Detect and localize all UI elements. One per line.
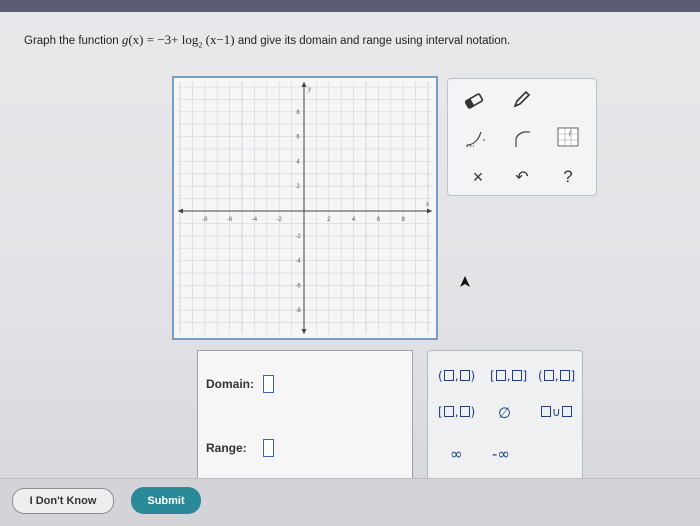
x-axis-label: x (425, 200, 430, 208)
x-tick-label: -2 (277, 217, 283, 223)
y-axis-arrow-up (301, 82, 307, 87)
y-tick-label: -2 (295, 234, 301, 240)
infinity-button[interactable]: ∞ (450, 445, 463, 463)
eraser-icon[interactable] (460, 89, 488, 113)
union-symbol: ∪ (552, 405, 561, 419)
x-tick-label: -6 (227, 217, 233, 223)
question-suffix: and give its domain and range using inte… (237, 35, 511, 47)
y-tick-label: 8 (296, 110, 300, 116)
placeholder-box (495, 370, 506, 381)
closed-open-interval-button[interactable]: [,) (438, 405, 475, 419)
comma: , (454, 369, 459, 383)
placeholder-box (443, 370, 454, 381)
open-open-interval-button[interactable]: (,) (438, 369, 475, 383)
open-closed-interval-button[interactable]: (,] (538, 369, 575, 383)
coordinate-grid[interactable]: x y -8 -6 -4 -2 2 4 6 8 8 6 4 2 -2 -4 -6 -8 (174, 78, 436, 338)
domain-label: Domain: (206, 377, 254, 391)
range-input[interactable] (263, 439, 274, 457)
comma: , (554, 369, 559, 383)
x-tick-label: -4 (252, 217, 258, 223)
placeholder-box (561, 406, 572, 417)
union-button[interactable]: ∪ (540, 405, 573, 419)
open-paren: ( (538, 369, 543, 383)
mouse-cursor-icon (460, 276, 470, 287)
close-paren: ) (470, 369, 476, 383)
close-bracket: ] (570, 369, 576, 383)
log-text: log (181, 32, 199, 47)
grid-lines (178, 82, 432, 334)
y-tick-label: 4 (296, 159, 300, 165)
x-axis-arrow-left (178, 208, 183, 214)
question-text: Graph the function g(x) = −3+ log2 (x−1)… (24, 32, 510, 50)
placeholder-box (459, 406, 470, 417)
graph-tool-panel: f × ↶ ? (447, 78, 597, 196)
close-bracket: ] (522, 369, 528, 383)
open-bracket: [ (438, 405, 443, 419)
close-paren: ) (470, 405, 476, 419)
top-bar (0, 0, 700, 12)
graph-canvas[interactable]: x y -8 -6 -4 -2 2 4 6 8 8 6 4 2 -2 -4 -6 -8 (172, 76, 438, 340)
y-tick-label: 2 (296, 184, 300, 190)
help-button[interactable]: ? (554, 165, 582, 189)
function-constant: −3+ (157, 32, 179, 47)
logarithm-curve-tool-icon[interactable] (462, 127, 490, 151)
placeholder-box (541, 406, 551, 417)
range-label: Range: (206, 441, 247, 455)
function-argument: (x) (128, 32, 144, 47)
x-tick-label: 2 (327, 217, 331, 223)
clear-button[interactable]: × (464, 165, 492, 189)
domain-input[interactable] (263, 375, 274, 393)
x-tick-label: 4 (352, 217, 356, 223)
function-expression: g(x) = −3+ log2 (x−1) (122, 32, 238, 50)
y-tick-label: -6 (295, 283, 301, 289)
comma: , (454, 405, 459, 419)
closed-closed-interval-button[interactable]: [,] (490, 369, 527, 383)
placeholder-box (543, 370, 554, 381)
dont-know-button[interactable]: I Don't Know (12, 488, 114, 514)
placeholder-box (559, 370, 570, 381)
answer-box: Domain: Range: (197, 350, 413, 485)
placeholder-box (459, 370, 470, 381)
placeholder-box (511, 370, 522, 381)
x-tick-label: -8 (202, 217, 208, 223)
interval-notation-palette: (,) [,] (,] [,) ∅ ∪ ∞ -∞ (427, 350, 583, 485)
y-axis-arrow-down (301, 329, 307, 334)
log-base: 2 (198, 40, 203, 50)
y-tick-label: 6 (296, 135, 300, 141)
x-axis-arrow-right (427, 208, 432, 214)
equals-sign: = (146, 32, 155, 47)
undo-button[interactable]: ↶ (508, 165, 536, 189)
question-prefix: Graph the function (24, 35, 119, 47)
y-tick-label: -4 (295, 259, 301, 265)
grid-fx-tool-icon[interactable]: f (554, 125, 582, 149)
placeholder-box (443, 406, 454, 417)
y-tick-label: -8 (295, 308, 301, 314)
open-paren: ( (438, 369, 443, 383)
open-bracket: [ (490, 369, 495, 383)
negative-infinity-button[interactable]: -∞ (492, 445, 510, 463)
submit-button[interactable]: Submit (131, 487, 201, 514)
x-tick-label: 8 (402, 217, 406, 223)
y-axis-label: y (307, 85, 312, 93)
pencil-icon[interactable] (508, 87, 536, 111)
asymptote-tool-icon[interactable] (508, 127, 536, 151)
log-argument: (x−1) (205, 32, 235, 47)
x-tick-label: 6 (377, 217, 381, 223)
empty-set-button[interactable]: ∅ (498, 404, 511, 422)
comma: , (506, 369, 511, 383)
